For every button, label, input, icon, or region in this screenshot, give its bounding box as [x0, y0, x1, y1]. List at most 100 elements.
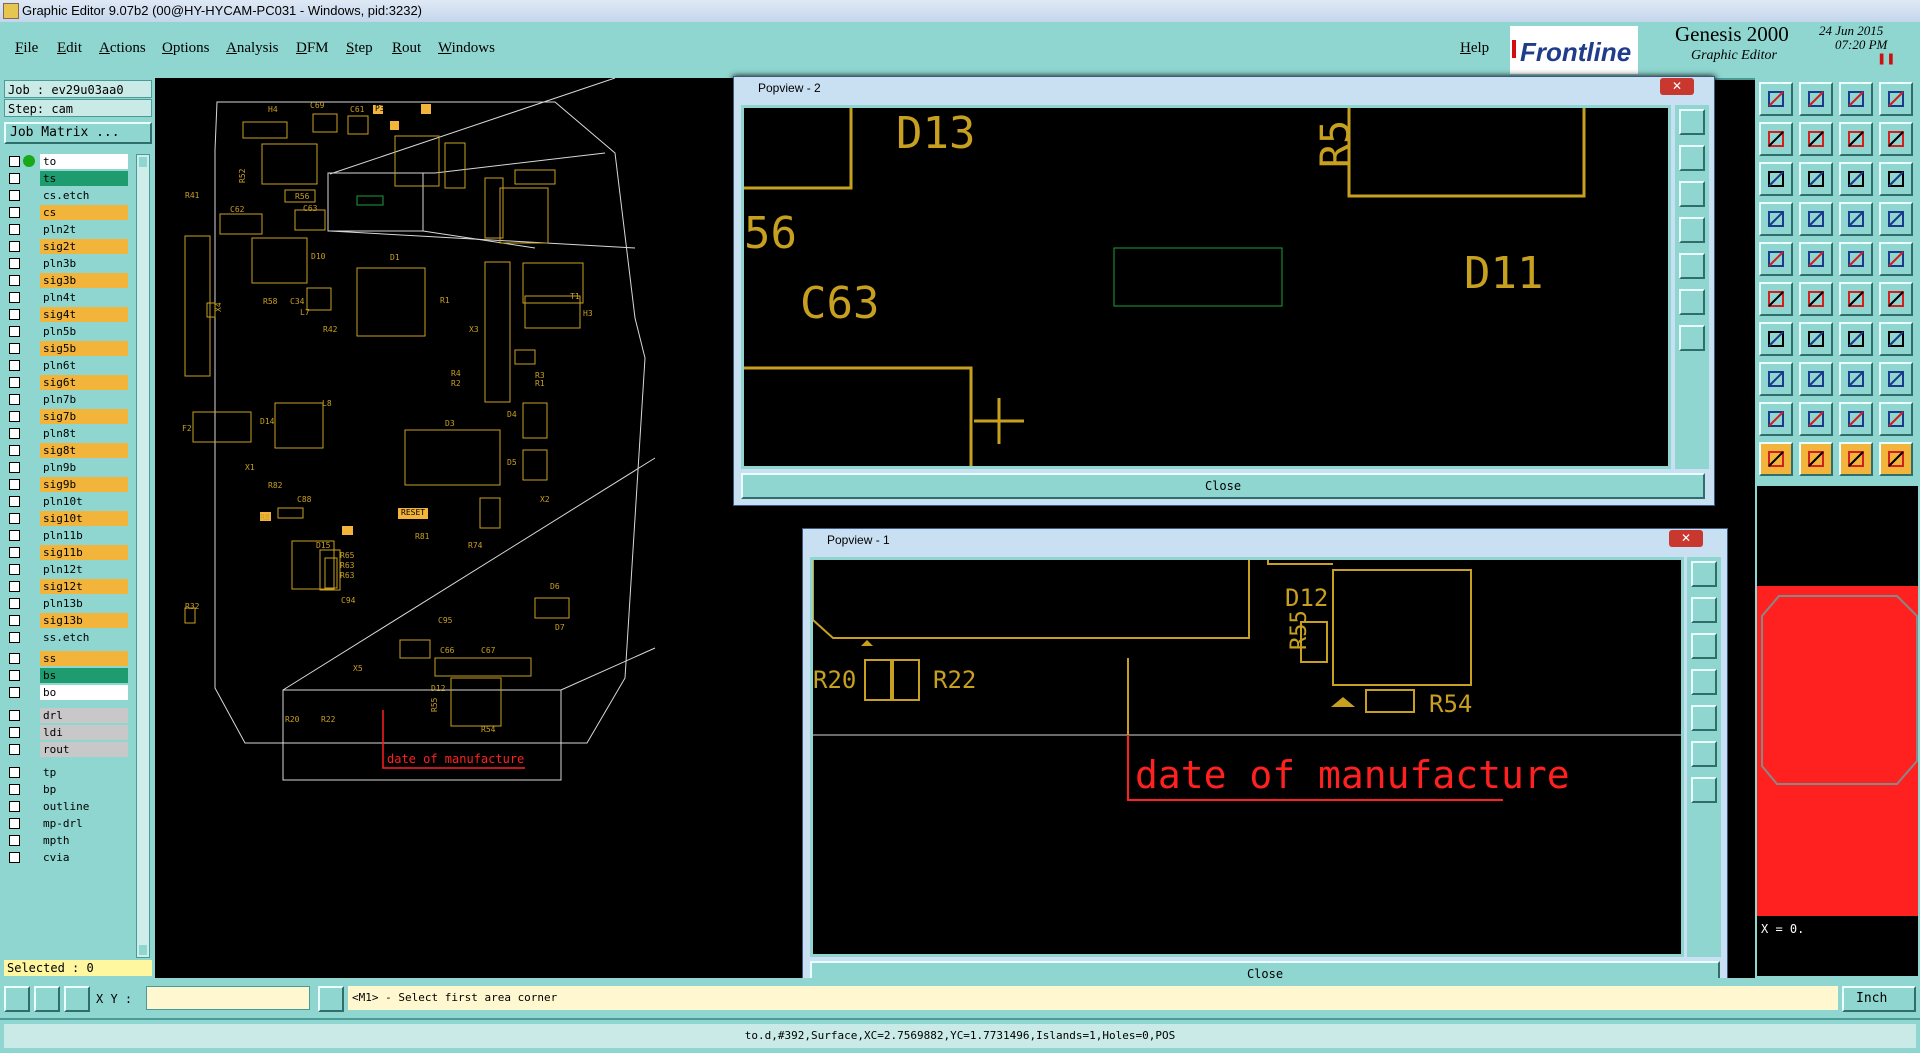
- measure-icon[interactable]: [1759, 202, 1793, 236]
- layer-row-ss[interactable]: ss: [6, 651, 128, 666]
- layer-name[interactable]: drl: [40, 708, 128, 723]
- pan-right-icon[interactable]: [1799, 122, 1833, 156]
- rotate-icon[interactable]: [1839, 322, 1873, 356]
- layer-name[interactable]: sig8t: [40, 443, 128, 458]
- layer-name[interactable]: rout: [40, 742, 128, 757]
- layer-name[interactable]: tp: [40, 765, 128, 780]
- layer-name[interactable]: pln8t: [40, 426, 128, 441]
- outline-icon[interactable]: [1799, 242, 1833, 276]
- layer-checkbox[interactable]: [9, 615, 20, 626]
- measure-icon[interactable]: [34, 986, 60, 1012]
- layer-name[interactable]: pln5b: [40, 324, 128, 339]
- mirror-icon[interactable]: [1879, 322, 1913, 356]
- layer-row-cs.etch[interactable]: cs.etch: [6, 188, 128, 203]
- layer-checkbox[interactable]: [9, 377, 20, 388]
- layer-name[interactable]: mp-drl: [40, 816, 128, 831]
- layer-name[interactable]: ss.etch: [40, 630, 128, 645]
- layer-name[interactable]: ts: [40, 171, 128, 186]
- layer-checkbox[interactable]: [9, 767, 20, 778]
- layer-checkbox[interactable]: [9, 513, 20, 524]
- scroll-down-icon[interactable]: [139, 945, 147, 955]
- layer-name[interactable]: bo: [40, 685, 128, 700]
- info-icon[interactable]: [318, 986, 344, 1012]
- layer-name[interactable]: pln3b: [40, 256, 128, 271]
- layer-list-scrollbar[interactable]: [136, 154, 150, 958]
- board-preview[interactable]: [1757, 586, 1918, 916]
- layer-row-pln10t[interactable]: pln10t: [6, 494, 128, 509]
- layer-name[interactable]: sig11b: [40, 545, 128, 560]
- layer-row-sig3b[interactable]: sig3b: [6, 273, 128, 288]
- layer-row-sig10t[interactable]: sig10t: [6, 511, 128, 526]
- popview-2-zoom-home-icon[interactable]: [1679, 109, 1705, 135]
- layer-checkbox[interactable]: [9, 710, 20, 721]
- layer-name[interactable]: bp: [40, 782, 128, 797]
- popview-1-pan-right-icon[interactable]: [1691, 705, 1717, 731]
- popview-2-pan-left-icon[interactable]: [1679, 217, 1705, 243]
- layer-row-sig5b[interactable]: sig5b: [6, 341, 128, 356]
- layer-row-pln11b[interactable]: pln11b: [6, 528, 128, 543]
- layer-checkbox[interactable]: [9, 835, 20, 846]
- layer-name[interactable]: outline: [40, 799, 128, 814]
- layer-name[interactable]: sig4t: [40, 307, 128, 322]
- layer-checkbox[interactable]: [9, 428, 20, 439]
- cross-icon[interactable]: [1799, 282, 1833, 316]
- layer-row-mpth[interactable]: mpth: [6, 833, 128, 848]
- flip-icon[interactable]: [1879, 122, 1913, 156]
- layer-name[interactable]: bs: [40, 668, 128, 683]
- layer-name[interactable]: ldi: [40, 725, 128, 740]
- layer-row-ts[interactable]: ts: [6, 171, 128, 186]
- layer-checkbox[interactable]: [9, 360, 20, 371]
- layer-checkbox[interactable]: [9, 852, 20, 863]
- layer-row-sig9b[interactable]: sig9b: [6, 477, 128, 492]
- layer-checkbox[interactable]: [9, 496, 20, 507]
- layer-row-pln2t[interactable]: pln2t: [6, 222, 128, 237]
- layer-checkbox[interactable]: [9, 224, 20, 235]
- layer-name[interactable]: sig3b: [40, 273, 128, 288]
- menu-actions[interactable]: Actions: [99, 40, 146, 57]
- stroke-icon[interactable]: [1799, 362, 1833, 396]
- layer-name[interactable]: sig13b: [40, 613, 128, 628]
- layer-name[interactable]: pln11b: [40, 528, 128, 543]
- layer-checkbox[interactable]: [9, 343, 20, 354]
- layer-row-bs[interactable]: bs: [6, 668, 128, 683]
- menu-windows[interactable]: Windows: [438, 40, 495, 57]
- layer-row-tp[interactable]: tp: [6, 765, 128, 780]
- add-pad-icon[interactable]: [1759, 362, 1793, 396]
- menu-help[interactable]: Help: [1460, 40, 1489, 57]
- layer-row-pln12t[interactable]: pln12t: [6, 562, 128, 577]
- layer-name[interactable]: sig10t: [40, 511, 128, 526]
- layer-name[interactable]: pln10t: [40, 494, 128, 509]
- layer-checkbox[interactable]: [9, 547, 20, 558]
- layer-checkbox[interactable]: [9, 445, 20, 456]
- snap-icon[interactable]: [4, 986, 30, 1012]
- layer-name[interactable]: sig2t: [40, 239, 128, 254]
- nets-icon[interactable]: [1759, 282, 1793, 316]
- layer-name[interactable]: pln13b: [40, 596, 128, 611]
- layer-row-bo[interactable]: bo: [6, 685, 128, 700]
- popview-1-zoom-in-icon[interactable]: [1691, 741, 1717, 767]
- layer-row-sig7b[interactable]: sig7b: [6, 409, 128, 424]
- menu-edit[interactable]: Edit: [57, 40, 82, 57]
- layer-row-sig12t[interactable]: sig12t: [6, 579, 128, 594]
- slots-icon[interactable]: [1839, 242, 1873, 276]
- layer-checkbox[interactable]: [9, 670, 20, 681]
- popview-1-zoom-out-icon[interactable]: [1691, 777, 1717, 803]
- layer-checkbox[interactable]: [9, 632, 20, 643]
- layer-row-outline[interactable]: outline: [6, 799, 128, 814]
- pan-left-icon[interactable]: [1759, 122, 1793, 156]
- menu-file[interactable]: File: [15, 40, 38, 57]
- popview-1-pan-up-icon[interactable]: [1691, 597, 1717, 623]
- center-icon[interactable]: [1799, 162, 1833, 196]
- layer-checkbox[interactable]: [9, 411, 20, 422]
- layer-checkbox[interactable]: [9, 801, 20, 812]
- ratio-icon[interactable]: [1839, 162, 1873, 196]
- layer-checkbox[interactable]: [9, 292, 20, 303]
- menu-step[interactable]: Step: [346, 40, 373, 57]
- layer-checkbox[interactable]: [9, 156, 20, 167]
- popview-2-pan-right-icon[interactable]: [1679, 253, 1705, 279]
- layer-checkbox[interactable]: [9, 241, 20, 252]
- popview-2-pan-up-icon[interactable]: [1679, 145, 1705, 171]
- layer-row-bp[interactable]: bp: [6, 782, 128, 797]
- popview-1-pan-down-icon[interactable]: [1691, 633, 1717, 659]
- layer-name[interactable]: sig6t: [40, 375, 128, 390]
